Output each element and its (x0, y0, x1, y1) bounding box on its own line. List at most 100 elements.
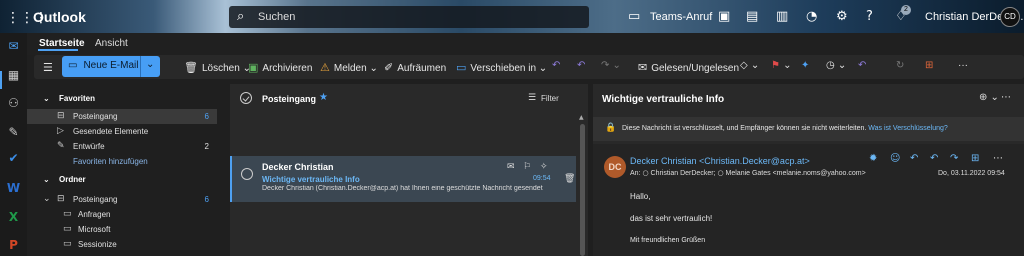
flag-icon[interactable]: ⚑ ⌄ (771, 60, 792, 71)
reply-icon[interactable]: ↶ (552, 60, 560, 71)
more-button[interactable]: ··· (958, 60, 968, 71)
filter-icon[interactable]: ☰ (528, 93, 536, 103)
message-date: Do, 03.11.2022 09:54 (938, 170, 1005, 177)
encryption-text: Diese Nachricht ist verschlüsselt, und E… (622, 125, 867, 132)
tab-home[interactable]: Startseite (39, 38, 85, 49)
folder-count: 6 (204, 112, 209, 121)
avatar[interactable]: CD (1000, 7, 1020, 27)
chevron-down-icon[interactable]: ⌄ (146, 59, 154, 70)
encryption-help-link[interactable]: Was ist Verschlüsselung? (868, 125, 948, 132)
recipient-1[interactable]: Christian DerDecker; (651, 170, 716, 177)
ribbon-tabs: Startseite Ansicht (27, 33, 1024, 55)
select-all-checkbox[interactable] (240, 92, 252, 104)
excel-icon[interactable]: X (0, 210, 27, 224)
attachment-icon[interactable]: ✎ (0, 125, 27, 139)
app-title: Outlook (33, 9, 86, 25)
folder-microsoft[interactable]: ▭ Microsoft (27, 222, 217, 237)
pin-icon[interactable]: ✧ (540, 162, 548, 172)
my-day-icon[interactable]: ▥ (776, 9, 788, 24)
word-icon[interactable]: W (0, 181, 27, 195)
folder-inbox[interactable]: ⌄ ⊟ Posteingang 6 (27, 192, 217, 207)
new-mail-divider (140, 56, 141, 77)
forward-icon[interactable]: ↷ ⌄ (601, 60, 621, 71)
tab-view[interactable]: Ansicht (95, 38, 128, 49)
message-select-radio[interactable] (241, 168, 253, 180)
chevron-down-icon[interactable]: ⌄ (369, 63, 377, 74)
snooze-icon[interactable]: ◷ ⌄ (826, 60, 846, 71)
star-icon[interactable]: ★ (319, 92, 328, 103)
filter-button[interactable]: Filter (541, 94, 559, 103)
tag-icon[interactable]: ◇ ⌄ (740, 60, 759, 71)
teams-call-button[interactable]: Teams-Anruf (650, 11, 712, 23)
list-item[interactable]: Decker Christian ✉ ⚐ ✧ Wichtige vertraul… (230, 156, 576, 202)
reply-icon[interactable]: ↶ (910, 153, 918, 164)
folder-count: 2 (204, 142, 209, 151)
apps-icon[interactable]: ⊞ (925, 60, 933, 71)
menu-icon[interactable]: ☰ (43, 61, 53, 74)
add-favorites-link[interactable]: Favoriten hinzufügen (73, 157, 148, 166)
trash-icon: 🗑 (184, 61, 198, 74)
video-call-icon[interactable]: ▭ (628, 9, 640, 24)
archive-button[interactable]: ▣ Archivieren (248, 61, 312, 74)
forward-icon[interactable]: ↷ (950, 153, 958, 164)
search-input[interactable]: Suchen (258, 11, 295, 23)
envelope-open-icon[interactable]: ✉ (507, 162, 515, 172)
recipients: An: ○ Christian DerDecker; ○ Melanie Gat… (630, 169, 866, 177)
search-box[interactable]: ⌕ Suchen (229, 6, 589, 28)
bell-icon[interactable]: ◔ (806, 9, 817, 24)
folder-sessionize[interactable]: ▭ Sessionize (27, 237, 217, 252)
reply-all-icon[interactable]: ↶ (577, 60, 585, 71)
undo-icon[interactable]: ↶ (858, 60, 866, 71)
flag-icon[interactable]: ⚐ (523, 162, 531, 172)
more-options-icon[interactable]: ⋯ (1001, 92, 1011, 103)
presence-icon: ○ (717, 169, 724, 177)
reading-subject: Wichtige vertrauliche Info (602, 94, 725, 105)
delete-label: Löschen (201, 63, 240, 74)
emoji-icon[interactable]: ☺ (890, 153, 900, 164)
more-actions-icon[interactable]: ⋯ (993, 153, 1003, 164)
trash-icon[interactable]: 🗑 (564, 174, 575, 184)
gear-icon[interactable]: ⚙ (836, 9, 848, 24)
scroll-up-arrow[interactable]: ▲ (579, 114, 584, 121)
body-line: Hallo, (630, 192, 651, 201)
delete-button[interactable]: 🗑 Löschen ⌄ (184, 61, 251, 74)
mail-icon[interactable]: ✉ (0, 39, 27, 53)
folder-anfragen[interactable]: ▭ Anfragen (27, 207, 217, 222)
meet-now-icon[interactable]: ▣ (718, 9, 730, 24)
move-to-button[interactable]: ▭ Verschieben in ⌄ (456, 61, 547, 74)
redo-icon[interactable]: ↻ (896, 60, 904, 71)
zoom-icon[interactable]: ⊕ ⌄ (979, 92, 999, 103)
inbox-icon: ⊟ (57, 194, 65, 204)
sensitivity-icon[interactable]: ✹ (869, 153, 877, 164)
reply-all-icon[interactable]: ↶ (930, 153, 938, 164)
recipient-2[interactable]: Melanie Gates <melanie.noms@yahoo.com> (726, 170, 866, 177)
apps-icon[interactable]: ⊞ (971, 153, 979, 164)
read-unread-button[interactable]: ✉ Gelesen/Ungelesen (638, 61, 739, 74)
move-to-label: Verschieben in (470, 63, 537, 74)
read-unread-label: Gelesen/Ungelesen (651, 63, 740, 74)
folder-label: Anfragen (78, 210, 111, 219)
todo-icon[interactable]: ✔ (0, 151, 27, 165)
encryption-banner: 🔒 Diese Nachricht ist verschlüsselt, und… (593, 117, 1024, 141)
chevron-down-icon[interactable]: ⌄ (539, 63, 547, 74)
calendar-icon[interactable]: ▦ (0, 68, 27, 82)
body-line: das ist sehr vertraulich! (630, 214, 713, 223)
presence-icon: ○ (642, 169, 649, 177)
pin-icon[interactable]: ✦ (801, 60, 809, 71)
help-icon[interactable]: ? (866, 9, 873, 24)
message-list-scrollbar[interactable] (580, 124, 585, 256)
chevron-down-icon: ⌄ (43, 94, 50, 103)
folder-favorite-inbox[interactable]: ⊟ Posteingang 6 (27, 109, 217, 124)
sender-address[interactable]: Decker Christian <Christian.Decker@acp.a… (630, 156, 810, 166)
sweep-button[interactable]: ✐ Aufräumen (384, 61, 446, 74)
powerpoint-icon[interactable]: P (0, 238, 27, 252)
folder-favorite-sent[interactable]: ▷ Gesendete Elemente (27, 124, 217, 139)
pencil-icon: ✎ (57, 141, 65, 151)
encryption-message: Diese Nachricht ist verschlüsselt, und E… (622, 125, 948, 132)
folder-favorite-drafts[interactable]: ✎ Entwürfe 2 (27, 139, 217, 154)
people-icon[interactable]: ⚇ (0, 96, 27, 110)
new-mail-button[interactable]: ▭ Neue E-Mail ⌄ (62, 56, 160, 77)
report-button[interactable]: ⚠ Melden ⌄ (320, 61, 378, 74)
broom-icon: ✐ (384, 61, 394, 74)
present-icon[interactable]: ▤ (746, 9, 758, 24)
